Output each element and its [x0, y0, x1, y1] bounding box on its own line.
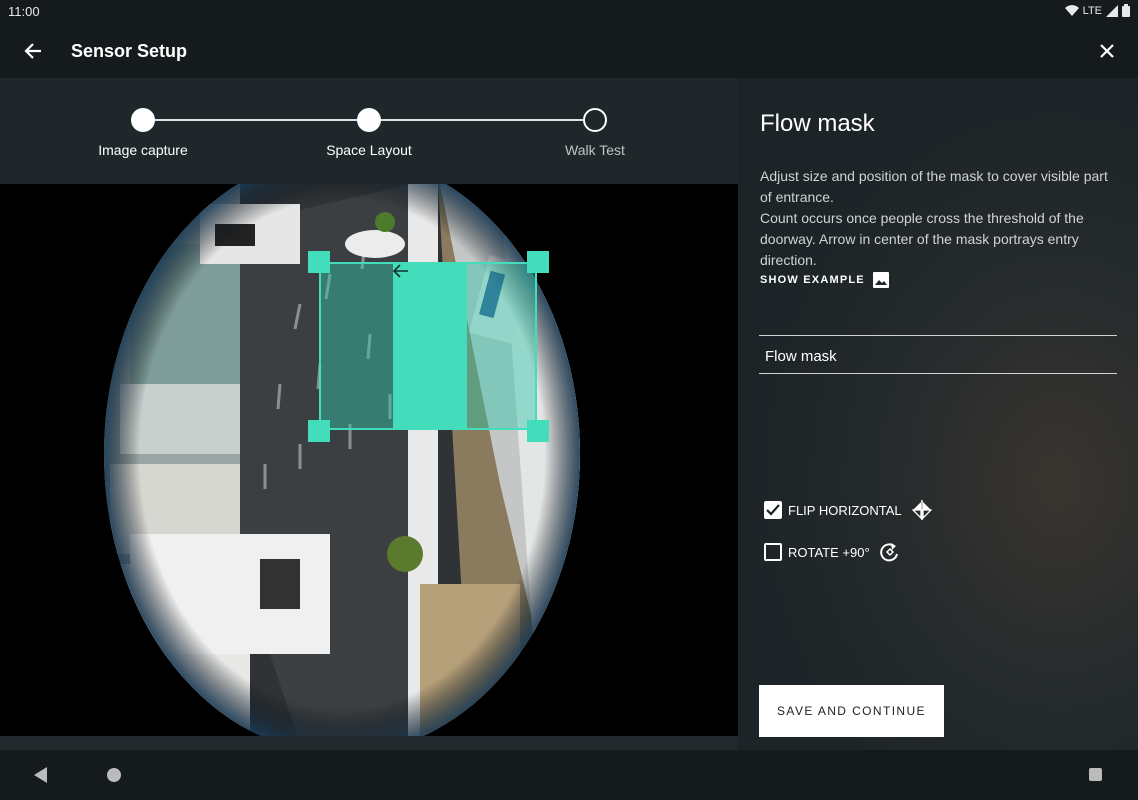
panel-title: Flow mask — [760, 110, 875, 137]
close-icon — [1100, 44, 1114, 58]
nav-back-icon[interactable] — [34, 767, 48, 783]
check-icon — [766, 504, 780, 516]
status-time: 11:00 — [8, 4, 40, 19]
panel-description: Adjust size and position of the mask to … — [760, 166, 1120, 271]
flip-horizontal-label: FLIP HORIZONTAL — [788, 502, 902, 518]
camera-bottom-strip — [0, 736, 738, 750]
mask-type-field[interactable]: Flow mask — [765, 348, 837, 365]
rotate-icon — [879, 542, 900, 562]
progress-stepper: Image capture Space Layout Walk Test — [0, 78, 738, 184]
mask-direction-area — [393, 264, 467, 428]
battery-icon — [1122, 4, 1130, 17]
close-button[interactable] — [1092, 36, 1122, 66]
rotate-checkbox[interactable] — [764, 543, 782, 561]
step-dot-image-capture — [131, 108, 155, 132]
flip-horizontal-checkbox[interactable] — [764, 501, 782, 519]
show-example-button[interactable]: SHOW EXAMPLE — [760, 272, 889, 288]
mask-resize-handle-bottom-left[interactable] — [308, 420, 330, 442]
show-example-label: SHOW EXAMPLE — [760, 274, 865, 286]
back-button[interactable] — [18, 36, 48, 66]
step-dot-walk-test — [583, 108, 607, 132]
field-divider-top — [759, 335, 1117, 336]
nav-home-icon[interactable] — [107, 768, 121, 782]
flow-mask[interactable] — [319, 262, 537, 430]
mask-resize-handle-bottom-right[interactable] — [527, 420, 549, 442]
flip-icon — [911, 500, 932, 520]
status-bar: 11:00 LTE — [0, 0, 1138, 24]
step-connector — [380, 119, 584, 121]
step-dot-space-layout — [357, 108, 381, 132]
fisheye-camera-view[interactable] — [0, 184, 738, 736]
system-nav-bar — [0, 750, 1138, 800]
rotate-label: ROTATE +90° — [788, 544, 870, 560]
sensor-setup-screen: 11:00 LTE Sensor Setup Image capture Spa… — [0, 0, 1138, 800]
settings-panel: Flow mask Adjust size and position of th… — [738, 78, 1138, 750]
step-connector — [154, 119, 366, 121]
status-icons: LTE — [1064, 4, 1130, 17]
description-line-2: Count occurs once people cross the thres… — [760, 210, 1084, 268]
rotate-option[interactable]: ROTATE +90° — [764, 542, 900, 562]
step-label-image-capture: Image capture — [98, 142, 188, 158]
wifi-icon — [1064, 4, 1079, 16]
nav-recent-icon[interactable] — [1089, 768, 1102, 781]
arrow-back-icon — [24, 43, 41, 59]
network-label: LTE — [1082, 4, 1102, 17]
page-title: Sensor Setup — [71, 41, 188, 61]
signal-icon — [1106, 4, 1118, 17]
save-and-continue-button[interactable]: SAVE AND CONTINUE — [759, 685, 944, 737]
mask-resize-handle-top-left[interactable] — [308, 251, 330, 273]
camera-panel: Image capture Space Layout Walk Test — [0, 78, 738, 750]
field-divider-bottom — [759, 373, 1117, 374]
mask-resize-handle-top-right[interactable] — [527, 251, 549, 273]
flip-horizontal-option[interactable]: FLIP HORIZONTAL — [764, 500, 932, 520]
step-label-walk-test: Walk Test — [565, 142, 625, 158]
step-label-space-layout: Space Layout — [326, 142, 412, 158]
arrow-left-icon — [393, 264, 408, 278]
description-line-1: Adjust size and position of the mask to … — [760, 168, 1108, 205]
app-bar: Sensor Setup — [0, 24, 1138, 78]
image-icon — [872, 272, 889, 288]
